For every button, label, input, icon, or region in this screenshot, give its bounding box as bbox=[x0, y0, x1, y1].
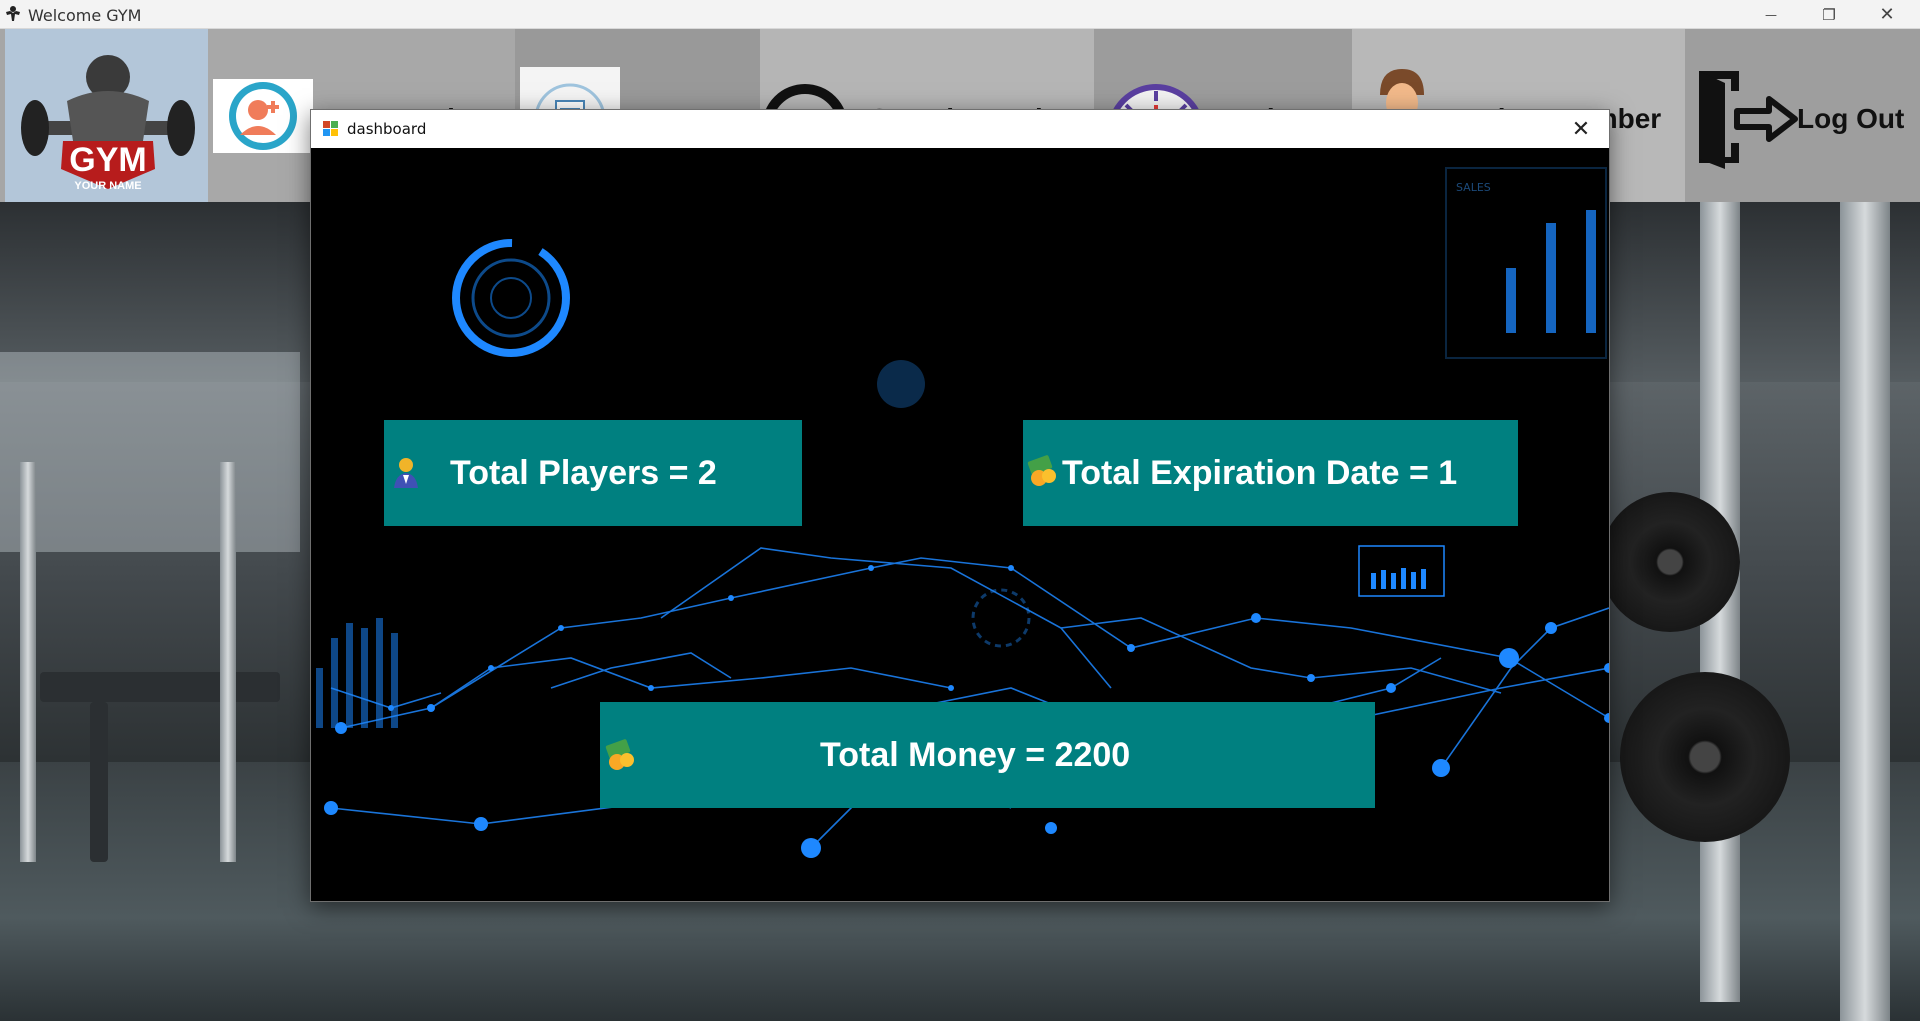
total-expiration-text: Total Expiration Date = 1 bbox=[1062, 454, 1458, 492]
close-icon: ✕ bbox=[1879, 4, 1895, 25]
total-players-text: Total Players = 2 bbox=[450, 454, 717, 492]
total-players-card: Total Players = 2 bbox=[384, 420, 802, 526]
bench bbox=[40, 672, 280, 702]
total-expiration-card: Total Expiration Date = 1 bbox=[1023, 420, 1518, 526]
sales-label: SALES bbox=[1456, 181, 1491, 194]
dashboard-title: dashboard bbox=[347, 120, 427, 138]
weight-plate bbox=[1600, 492, 1740, 632]
logo-subtext: YOUR NAME bbox=[74, 180, 141, 192]
minimize-button[interactable]: — bbox=[1742, 0, 1800, 29]
add-user-icon bbox=[213, 79, 313, 153]
logo-text: GYM bbox=[69, 141, 146, 179]
dashboard-dialog: dashboard ✕ SALES Total Players = 2 Tota… bbox=[310, 109, 1610, 902]
bench-leg bbox=[90, 702, 108, 862]
window-light bbox=[0, 352, 300, 552]
logout-button[interactable]: Log Out bbox=[1685, 29, 1920, 202]
rack-post bbox=[20, 462, 36, 862]
money-icon bbox=[605, 739, 634, 770]
main-window-title: Welcome GYM bbox=[28, 6, 142, 25]
minimize-icon: — bbox=[1765, 7, 1777, 22]
dashboard-body: SALES Total Players = 2 Total Expiration… bbox=[311, 148, 1609, 901]
total-money-text: Total Money = 2200 bbox=[820, 736, 1131, 774]
close-icon: ✕ bbox=[1571, 116, 1591, 142]
logout-icon bbox=[1699, 71, 1798, 169]
player-icon bbox=[394, 458, 418, 488]
gym-logo-icon: GYM YOUR NAME bbox=[21, 55, 195, 192]
dashboard-titlebar: dashboard ✕ bbox=[311, 110, 1609, 148]
weight-plate bbox=[1620, 672, 1790, 842]
dashboard-window-icon bbox=[323, 121, 338, 136]
main-window-titlebar: Welcome GYM — ❐ ✕ bbox=[0, 0, 1920, 29]
money-icon bbox=[1027, 455, 1056, 486]
total-money-card: Total Money = 2200 bbox=[600, 702, 1375, 808]
rack-post bbox=[1840, 202, 1890, 1021]
restore-button[interactable]: ❐ bbox=[1800, 0, 1858, 29]
logout-label: Log Out bbox=[1797, 103, 1905, 134]
gym-logo: GYM YOUR NAME bbox=[5, 29, 208, 202]
restore-icon: ❐ bbox=[1822, 5, 1836, 24]
rack-post bbox=[220, 462, 236, 862]
dashboard-close-button[interactable]: ✕ bbox=[1559, 110, 1603, 148]
close-button[interactable]: ✕ bbox=[1858, 0, 1916, 29]
muscle-man-icon bbox=[6, 6, 20, 21]
